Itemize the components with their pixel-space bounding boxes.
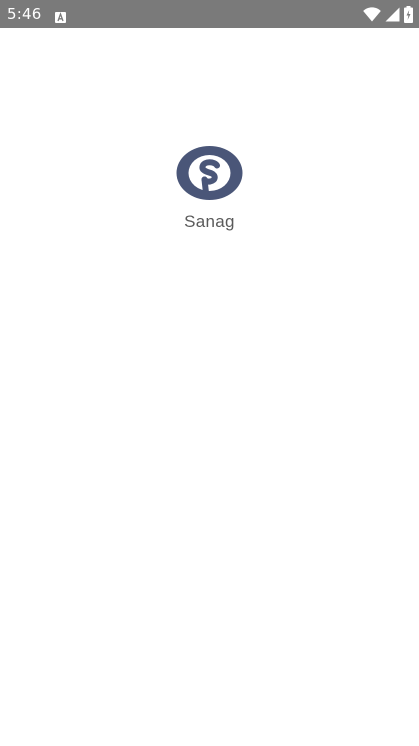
wifi-icon (363, 6, 381, 22)
battery-icon (404, 5, 413, 23)
status-time: 5:46 (7, 5, 42, 23)
cellular-signal-icon (385, 7, 400, 22)
splash-screen: 5:46 Sanag (0, 0, 419, 746)
app-name: Sanag (184, 212, 235, 231)
status-icons (363, 5, 413, 23)
text-recognition-icon (55, 8, 66, 23)
corner-indicator (1, 741, 5, 745)
sanag-logo-icon (176, 145, 243, 201)
status-bar: 5:46 (0, 0, 419, 28)
